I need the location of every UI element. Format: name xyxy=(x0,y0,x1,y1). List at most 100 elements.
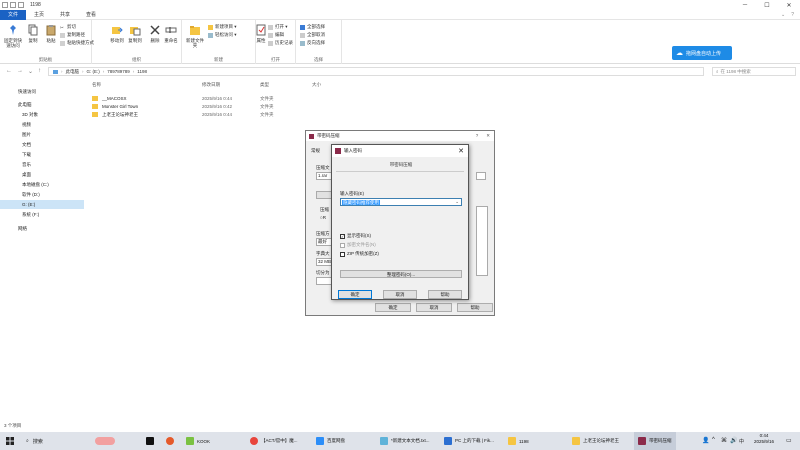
nav-item-desktop[interactable]: 桌面 xyxy=(0,170,84,179)
taskbar-search[interactable]: ⌕ 搜索 xyxy=(26,435,126,447)
table-row[interactable]: Monster Girl Town 2025/9/16 0:42 文件夹 xyxy=(88,103,388,111)
select-all-button[interactable]: 全部选择 xyxy=(300,24,325,30)
nav-item-drive-f[interactable]: 系统 (F:) xyxy=(0,210,84,219)
tab-general[interactable]: 常规 xyxy=(311,148,320,154)
save-icon[interactable] xyxy=(2,2,8,8)
table-row[interactable]: __MACOSX 2025/9/16 0:44 文件夹 xyxy=(88,95,388,103)
tab-share[interactable]: 共享 xyxy=(52,10,78,20)
maximize-button[interactable]: ☐ xyxy=(756,2,778,9)
chevron-up-icon[interactable]: ^ xyxy=(712,437,715,443)
password-field[interactable]: 隐藏密码推荐使用 ⌄ xyxy=(340,198,462,206)
edit-button[interactable]: 编辑 xyxy=(268,32,284,38)
nav-item-network[interactable]: 网络 xyxy=(0,224,84,233)
nav-item-downloads[interactable]: 下载 xyxy=(0,150,84,159)
recent-dropdown-icon[interactable]: ⌄ xyxy=(28,68,33,75)
nav-item-quick-access[interactable]: 快速访问 xyxy=(0,87,84,96)
nav-item-drive-d[interactable]: 软件 (D:) xyxy=(0,190,84,199)
help-button[interactable]: 帮助 xyxy=(428,290,462,299)
network-icon[interactable]: ⌘ xyxy=(721,437,727,444)
ime-indicator[interactable]: 中 xyxy=(739,438,744,445)
nav-item-videos[interactable]: 视频 xyxy=(0,120,84,129)
history-button[interactable]: 历史记录 xyxy=(268,40,293,46)
rename-button[interactable]: 重命名 xyxy=(160,24,182,43)
taskbar-item-baidu[interactable]: 百度网盘 xyxy=(316,432,345,450)
undo-icon[interactable] xyxy=(10,2,16,8)
taskbar-item-archive[interactable]: 带密码压缩 xyxy=(634,432,676,450)
taskbar-item-kook[interactable]: KOOK xyxy=(186,432,210,450)
cancel-button[interactable]: 取消 xyxy=(383,290,417,299)
select-none-button[interactable]: 全部取消 xyxy=(300,32,325,38)
nav-item-drive-e[interactable]: G: (E:) xyxy=(0,200,84,209)
address-bar[interactable]: › 此电脑 › G: (E:) › 789789789 › 1198 xyxy=(48,67,704,76)
help-icon[interactable]: ? xyxy=(476,133,479,139)
column-header-date[interactable]: 修改日期 xyxy=(202,82,220,88)
windows-start-icon[interactable] xyxy=(6,437,14,445)
user-icon[interactable]: 👤 xyxy=(702,437,709,444)
breadcrumb-item[interactable]: 1198 xyxy=(137,69,147,74)
search-input[interactable]: ⌕ 在 1198 中搜索 xyxy=(712,67,796,76)
clock[interactable]: 0:44 2025/9/16 xyxy=(746,433,782,445)
breadcrumb-item[interactable]: 此电脑 xyxy=(66,69,80,75)
copy-to-button[interactable]: 复制到 xyxy=(124,24,146,43)
column-header-size[interactable]: 大小 xyxy=(312,82,321,88)
radio-rar[interactable]: ○R xyxy=(320,215,326,220)
paste-shortcut-button[interactable]: 粘贴快捷方式 xyxy=(60,40,94,46)
taskbar-app-tiktok[interactable] xyxy=(146,432,154,450)
taskbar-item-notepad[interactable]: *新建文本文档.txt... xyxy=(380,432,430,450)
invert-selection-button[interactable]: 反向选择 xyxy=(300,40,325,46)
nav-item-drive-c[interactable]: 本地磁盘 (C:) xyxy=(0,180,84,189)
back-icon[interactable]: ← xyxy=(6,68,12,75)
chevron-down-icon[interactable]: ⌄ xyxy=(781,12,785,18)
breadcrumb-item[interactable]: 789789789 xyxy=(107,69,130,74)
taskbar-item-downloads[interactable]: PC 上的下载 | Fik... xyxy=(444,432,494,450)
new-folder-button[interactable]: 新建文件夹 xyxy=(184,24,206,48)
tab-file[interactable]: 文件 xyxy=(0,9,27,20)
new-item-button[interactable]: 新建项目 ▾ xyxy=(208,24,237,30)
paste-button[interactable]: 粘贴 xyxy=(40,24,62,43)
close-button[interactable]: ✕ xyxy=(778,2,800,9)
archive-ok-button[interactable]: 确定 xyxy=(375,303,411,312)
ok-button[interactable]: 确定 xyxy=(338,290,372,299)
archive-cancel-button[interactable]: 取消 xyxy=(416,303,452,312)
cut-button[interactable]: ✂ 剪切 xyxy=(60,24,76,30)
volume-icon[interactable]: 🔊 xyxy=(730,437,737,444)
close-icon[interactable]: ✕ xyxy=(458,147,464,155)
encrypt-filenames-checkbox[interactable]: 加密文件名(N) xyxy=(340,242,376,248)
taskbar-app-red[interactable] xyxy=(166,432,174,450)
breadcrumb-item[interactable]: G: (E:) xyxy=(87,69,100,74)
tab-view[interactable]: 查看 xyxy=(78,10,104,20)
taskbar-item-chrome[interactable]: 【ACT/官中】魔... xyxy=(250,432,298,450)
up-icon[interactable]: ↑ xyxy=(38,68,41,75)
nav-item-3d-objects[interactable]: 3D 对象 xyxy=(0,110,84,119)
archive-help-button[interactable]: 帮助 xyxy=(457,303,493,312)
cloud-upload-button[interactable]: ☁ 拖网盘自动上传 xyxy=(672,46,732,60)
divider xyxy=(336,171,464,172)
pin-quick-access-button[interactable]: 固定到快速访问 xyxy=(2,24,24,48)
table-row[interactable]: 上老王论坛神老王 2025/9/16 0:44 文件夹 xyxy=(88,111,388,119)
chevron-down-icon[interactable]: ⌄ xyxy=(455,199,459,205)
taskbar-item-folder-1198[interactable]: 1198 xyxy=(508,432,529,450)
nav-item-this-pc[interactable]: 此电脑 xyxy=(0,100,84,109)
forward-icon[interactable]: → xyxy=(17,68,23,75)
organize-passwords-button[interactable]: 整理密码(O)... xyxy=(340,270,462,278)
zip-legacy-encryption-checkbox[interactable]: ZIP 传统加密(Z) xyxy=(340,251,379,257)
show-password-checkbox[interactable]: ✓ 显示密码(S) xyxy=(340,233,371,239)
easy-access-button[interactable]: 轻松访问 ▾ xyxy=(208,32,237,38)
nav-item-pictures[interactable]: 图片 xyxy=(0,130,84,139)
nav-item-documents[interactable]: 文档 xyxy=(0,140,84,149)
tab-home[interactable]: 主页 xyxy=(26,10,52,20)
column-header-type[interactable]: 类型 xyxy=(260,82,269,88)
open-button[interactable]: 打开 ▾ xyxy=(268,24,288,30)
baidu-netdisk-icon xyxy=(316,437,324,445)
nav-item-music[interactable]: 音乐 xyxy=(0,160,84,169)
help-icon[interactable]: ? xyxy=(791,12,794,18)
column-header-name[interactable]: 名称 xyxy=(92,82,101,88)
minimize-button[interactable]: ─ xyxy=(734,2,756,9)
taskbar-item-folder-laowang[interactable]: 上老王论坛神老王 xyxy=(572,432,619,450)
ribbon-group-label: 组织 xyxy=(132,57,141,62)
folder-icon[interactable] xyxy=(18,2,24,8)
notification-icon[interactable]: ▭ xyxy=(786,437,792,444)
copy-path-button[interactable]: 复制路径 xyxy=(60,32,85,38)
archive-name-dropdown[interactable] xyxy=(476,172,486,180)
close-icon[interactable]: ✕ xyxy=(486,133,490,139)
